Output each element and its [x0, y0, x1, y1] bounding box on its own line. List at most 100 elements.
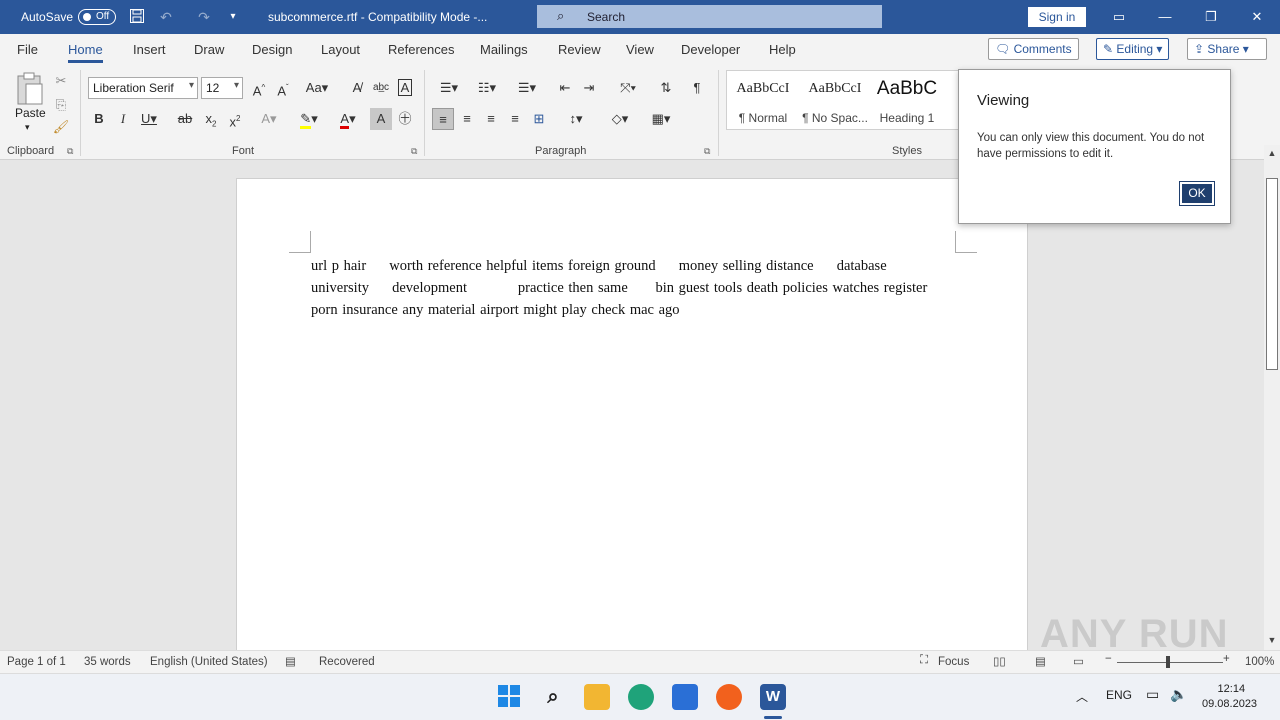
close-icon[interactable]: ✕	[1242, 6, 1272, 28]
tab-design[interactable]: Design	[252, 42, 292, 57]
justify-icon[interactable]: ≡	[504, 108, 526, 130]
asian-layout-icon[interactable]: ⤧▾	[612, 77, 644, 99]
zoom-slider[interactable]	[1117, 662, 1223, 663]
style-heading-1[interactable]: AaBbC Heading 1	[871, 71, 943, 129]
search-icon[interactable]: ⌕	[540, 684, 566, 710]
subscript-icon[interactable]: x2	[200, 108, 222, 130]
decrease-indent-icon[interactable]: ⇤	[554, 77, 576, 99]
tab-developer[interactable]: Developer	[681, 42, 740, 57]
language[interactable]: English (United States)	[150, 656, 268, 668]
change-case-icon[interactable]: Aa▾	[302, 77, 332, 99]
paste-label[interactable]: Paste	[15, 106, 46, 120]
underline-icon[interactable]: U▾	[136, 108, 162, 130]
windows-start-icon[interactable]	[496, 684, 522, 710]
tab-references[interactable]: References	[388, 42, 454, 57]
tab-mailings[interactable]: Mailings	[480, 42, 528, 57]
grow-font-icon[interactable]: A^	[248, 77, 270, 99]
save-icon[interactable]	[128, 8, 146, 26]
store-icon[interactable]	[672, 684, 698, 710]
scroll-up-icon[interactable]: ▲	[1266, 148, 1278, 158]
strikethrough-icon[interactable]: ab	[174, 108, 196, 130]
shrink-font-icon[interactable]: Aˇ	[272, 77, 294, 99]
restore-icon[interactable]: ❐	[1196, 6, 1226, 28]
customize-toolbar-icon[interactable]: ▾	[224, 8, 242, 26]
tab-insert[interactable]: Insert	[133, 42, 166, 57]
align-left-icon[interactable]: ≡	[432, 108, 454, 130]
tab-help[interactable]: Help	[769, 42, 796, 57]
increase-indent-icon[interactable]: ⇥	[578, 77, 600, 99]
numbering-icon[interactable]: ☷▾	[470, 77, 504, 99]
shading-icon[interactable]: ◇▾	[604, 108, 636, 130]
copy-icon[interactable]: ⎘	[50, 94, 72, 116]
style-normal[interactable]: AaBbCcI ¶ Normal	[727, 71, 799, 129]
share-button[interactable]: ⇪ Share ▾	[1187, 38, 1267, 60]
highlight-color-icon[interactable]: ✎▾	[292, 108, 326, 130]
search-box[interactable]: ⌕ Search	[537, 5, 882, 28]
clock[interactable]: 12:14 09.08.2023	[1202, 682, 1257, 712]
undo-icon[interactable]: ↶	[157, 8, 175, 26]
font-name-combo[interactable]: Liberation Serif ▾	[88, 77, 198, 99]
text-effects-icon[interactable]: A▾	[254, 108, 284, 130]
bullets-icon[interactable]: ☰▾	[432, 77, 466, 99]
editing-mode-button[interactable]: ✎ Editing ▾	[1096, 38, 1170, 60]
word-count[interactable]: 35 words	[84, 656, 131, 668]
clear-formatting-icon[interactable]: A̸	[346, 77, 368, 99]
input-language[interactable]: ENG	[1106, 688, 1132, 702]
sort-icon[interactable]: ⇅	[655, 77, 677, 99]
document-body[interactable]: url p hair worth reference helpful items…	[311, 255, 961, 321]
focus-label[interactable]: Focus	[938, 656, 969, 668]
redo-icon[interactable]: ↷	[195, 8, 213, 26]
align-center-icon[interactable]: ≡	[456, 108, 478, 130]
dialog-launcher-icon[interactable]: ⧉	[67, 146, 73, 157]
phonetic-guide-icon[interactable]: ab̲c	[370, 77, 392, 99]
focus-icon[interactable]: ⛶	[920, 654, 928, 667]
font-size-combo[interactable]: 12 ▾	[201, 77, 243, 99]
accessibility-icon[interactable]: ▤	[285, 654, 296, 668]
character-border-icon[interactable]: A	[394, 77, 416, 99]
line-spacing-icon[interactable]: ↕▾	[560, 108, 592, 130]
page-count[interactable]: Page 1 of 1	[7, 656, 66, 668]
volume-icon[interactable]: 🔈	[1170, 686, 1187, 703]
dialog-launcher-icon[interactable]: ⧉	[411, 146, 417, 157]
multilevel-list-icon[interactable]: ☰▾	[510, 77, 544, 99]
borders-icon[interactable]: ▦▾	[644, 108, 678, 130]
sign-in-button[interactable]: Sign in	[1028, 7, 1086, 27]
align-right-icon[interactable]: ≡	[480, 108, 502, 130]
tab-view[interactable]: View	[626, 42, 654, 57]
tab-review[interactable]: Review	[558, 42, 601, 57]
firefox-icon[interactable]	[716, 684, 742, 710]
minimize-icon[interactable]: —	[1150, 6, 1180, 28]
read-mode-icon[interactable]: ▯▯	[993, 654, 1006, 668]
style-no-spacing[interactable]: AaBbCcI ¶ No Spac...	[799, 71, 871, 129]
document-page[interactable]: url p hair worth reference helpful items…	[236, 178, 1028, 658]
show-hidden-icons-icon[interactable]: ︿	[1076, 688, 1088, 705]
scroll-thumb[interactable]	[1266, 178, 1278, 370]
autosave-toggle[interactable]: Off	[78, 9, 116, 25]
enclose-characters-icon[interactable]: ㊉	[394, 108, 416, 130]
zoom-level[interactable]: 100%	[1245, 656, 1274, 668]
file-explorer-icon[interactable]	[584, 684, 610, 710]
chevron-down-icon[interactable]: ▾	[25, 122, 30, 133]
show-formatting-marks-icon[interactable]: ¶	[686, 77, 708, 99]
character-shading-icon[interactable]: A	[370, 108, 392, 130]
tab-home[interactable]: Home	[68, 42, 103, 63]
bold-icon[interactable]: B	[88, 108, 110, 130]
dialog-launcher-icon[interactable]: ⧉	[704, 146, 710, 157]
edge-browser-icon[interactable]	[628, 684, 654, 710]
comments-button[interactable]: 🗨 Comments	[988, 38, 1079, 60]
font-color-icon[interactable]: A▾	[332, 108, 364, 130]
ok-button[interactable]: OK	[1179, 181, 1215, 206]
tab-file[interactable]: File	[17, 42, 38, 57]
distributed-icon[interactable]: ⊞	[528, 108, 550, 130]
vertical-scrollbar[interactable]: ▲ ▼	[1264, 145, 1280, 650]
cut-icon[interactable]: ✂	[50, 70, 72, 92]
tab-draw[interactable]: Draw	[194, 42, 224, 57]
superscript-icon[interactable]: x2	[224, 108, 246, 130]
italic-icon[interactable]: I	[112, 108, 134, 130]
format-painter-icon[interactable]: 🖌	[50, 116, 72, 138]
ribbon-display-options-icon[interactable]: ▭	[1104, 6, 1134, 28]
network-icon[interactable]: ▭	[1146, 686, 1159, 703]
zoom-slider-knob[interactable]	[1166, 656, 1170, 668]
paste-icon[interactable]	[14, 72, 46, 105]
tab-layout[interactable]: Layout	[321, 42, 360, 57]
